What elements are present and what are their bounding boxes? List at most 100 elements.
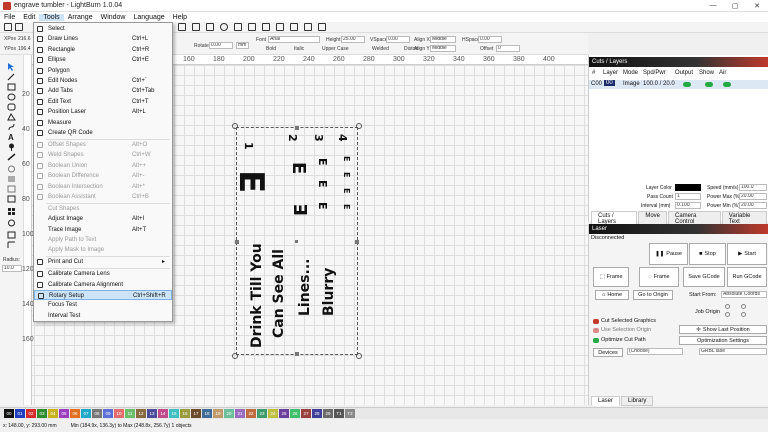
minimize-button[interactable]: — (702, 2, 724, 10)
weld-tool-icon[interactable] (7, 175, 16, 183)
bold-check[interactable]: Bold (266, 46, 276, 52)
layer-row[interactable] (589, 80, 768, 89)
menu-item-apply-mask-to-image[interactable]: Apply Mask to Image (34, 245, 172, 255)
menu-item-draw-lines[interactable]: Draw Lines Ctrl+L (34, 34, 172, 44)
tab-library[interactable]: Library (621, 396, 654, 406)
palette-swatch[interactable]: 15 (169, 409, 179, 418)
center-handle[interactable] (295, 240, 298, 243)
ypos-value[interactable]: 196.4 (18, 46, 31, 52)
cut-selected-toggle[interactable] (593, 319, 599, 324)
optimization-settings-button[interactable]: Optimization Settings (679, 336, 767, 345)
new-file-icon[interactable] (4, 23, 12, 31)
menu-help[interactable]: Help (169, 14, 191, 21)
palette-swatch[interactable]: 00 (4, 409, 14, 418)
group-icon[interactable] (234, 23, 242, 31)
menu-item-print-and-cut[interactable]: Print and Cut ▸ (34, 257, 172, 267)
palette-swatch[interactable]: 07 (81, 409, 91, 418)
home-button[interactable]: ⌂ Home (595, 290, 629, 300)
grid-icon[interactable] (304, 23, 312, 31)
rotate-handle[interactable] (356, 123, 362, 129)
unit-mm[interactable]: mm (236, 42, 249, 49)
speed-field[interactable]: 100.0 (739, 184, 767, 191)
menu-item-weld-shapes[interactable]: Weld Shapes Ctrl+W (34, 150, 172, 160)
menu-item-boolean-difference[interactable]: Boolean Difference Alt+- (34, 171, 172, 181)
frame-button[interactable]: ⬚ Frame (593, 267, 629, 287)
menu-item-apply-path-to-text[interactable]: Apply Path to Text (34, 235, 172, 245)
optimize-toggle[interactable] (593, 338, 599, 343)
boolean-tool-icon[interactable] (7, 185, 16, 193)
edit-nodes-tool-icon[interactable] (7, 73, 16, 81)
maximize-button[interactable]: ▢ (724, 2, 746, 10)
palette-swatch[interactable]: 29 (323, 409, 333, 418)
save-gcode-button[interactable]: Save GCode (683, 267, 725, 287)
start-button[interactable]: ▶ Start (727, 243, 767, 265)
palette-swatch[interactable]: 04 (48, 409, 58, 418)
palette-swatch[interactable]: 22 (246, 409, 256, 418)
menu-item-focus-test[interactable]: Focus Test (34, 300, 172, 310)
palette-swatch[interactable]: 28 (312, 409, 322, 418)
palette-swatch[interactable]: 09 (103, 409, 113, 418)
controller-select[interactable]: GRBL lase (699, 348, 767, 355)
palette-swatch[interactable]: 20 (224, 409, 234, 418)
palette-swatch[interactable]: 03 (37, 409, 47, 418)
start-from-select[interactable]: Absolute Coords (721, 291, 767, 298)
menu-item-edit-text[interactable]: Edit Text Ctrl+T (34, 97, 172, 107)
dock-icon[interactable] (276, 23, 284, 31)
palette-swatch[interactable]: 08 (92, 409, 102, 418)
menu-item-rotary-setup[interactable]: Rotary Setup Ctrl+Shift+R (34, 290, 172, 300)
palette-swatch[interactable]: T2 (345, 409, 355, 418)
palette-swatch[interactable]: 19 (213, 409, 223, 418)
offset-tool-icon[interactable] (7, 165, 16, 173)
menu-language[interactable]: Language (130, 14, 169, 21)
job-origin-radio[interactable] (741, 312, 746, 317)
tab-laser[interactable]: Laser (591, 396, 621, 406)
palette-swatch[interactable]: 14 (158, 409, 168, 418)
use-selection-toggle[interactable] (593, 328, 599, 333)
palette-swatch[interactable]: 26 (290, 409, 300, 418)
rotate-icon[interactable] (220, 23, 228, 31)
menu-tools[interactable]: Tools (39, 13, 64, 21)
pen-tool-icon[interactable] (7, 123, 16, 131)
xpos-value[interactable]: 216.6 (18, 36, 31, 42)
layer-swatch[interactable]: 00 (604, 80, 615, 86)
menu-edit[interactable]: Edit (19, 14, 39, 21)
uppercase-check[interactable]: Upper Case (322, 46, 349, 52)
align-icon[interactable] (178, 23, 186, 31)
palette-swatch[interactable]: 10 (114, 409, 124, 418)
menu-window[interactable]: Window (97, 14, 130, 21)
menu-item-cut-shapes[interactable]: Cut Shapes (34, 204, 172, 214)
menu-item-edit-nodes[interactable]: Edit Nodes Ctrl+` (34, 76, 172, 86)
rotate-handle[interactable] (356, 353, 362, 359)
polyline-tool-icon[interactable] (7, 113, 16, 121)
job-origin-radio[interactable] (725, 312, 730, 317)
palette-swatch[interactable]: 06 (70, 409, 80, 418)
palette-swatch[interactable]: 21 (235, 409, 245, 418)
menu-item-ellipse[interactable]: Ellipse Ctrl+E (34, 55, 172, 65)
rotate-handle[interactable] (232, 123, 238, 129)
palette-swatch[interactable]: 18 (202, 409, 212, 418)
interval-field[interactable]: 0.100 (675, 202, 701, 209)
palette-swatch[interactable]: 02 (26, 409, 36, 418)
text-tool-icon[interactable]: A (7, 133, 16, 142)
menu-item-rectangle[interactable]: Rectangle Ctrl+R (34, 45, 172, 55)
height-field[interactable]: 25.00 (341, 36, 365, 43)
measure-tool-icon[interactable] (7, 153, 16, 161)
circle-array-tool-icon[interactable] (7, 219, 16, 227)
menu-item-polygon[interactable]: Polygon (34, 66, 172, 76)
radius-field[interactable]: 10.0 (2, 265, 22, 272)
devices-button[interactable]: Devices (593, 348, 623, 357)
font-select[interactable]: Arial (268, 36, 320, 43)
array-tool-icon[interactable] (7, 207, 16, 215)
palette-swatch[interactable]: T1 (334, 409, 344, 418)
trace-tool-icon[interactable] (7, 231, 16, 239)
pause-button[interactable]: ❚❚ Pause (649, 243, 688, 265)
palette-swatch[interactable]: 05 (59, 409, 69, 418)
go-to-origin-button[interactable]: Go to Origin (633, 290, 673, 300)
palette-swatch[interactable]: 23 (257, 409, 267, 418)
palette-swatch[interactable]: 27 (301, 409, 311, 418)
hspace-field[interactable]: 0.00 (478, 36, 502, 43)
select-tool-icon[interactable] (7, 63, 16, 71)
palette-swatch[interactable]: 01 (15, 409, 25, 418)
flip-icon[interactable] (192, 23, 200, 31)
frame-circle-button[interactable]: ◌ Frame (639, 267, 679, 287)
